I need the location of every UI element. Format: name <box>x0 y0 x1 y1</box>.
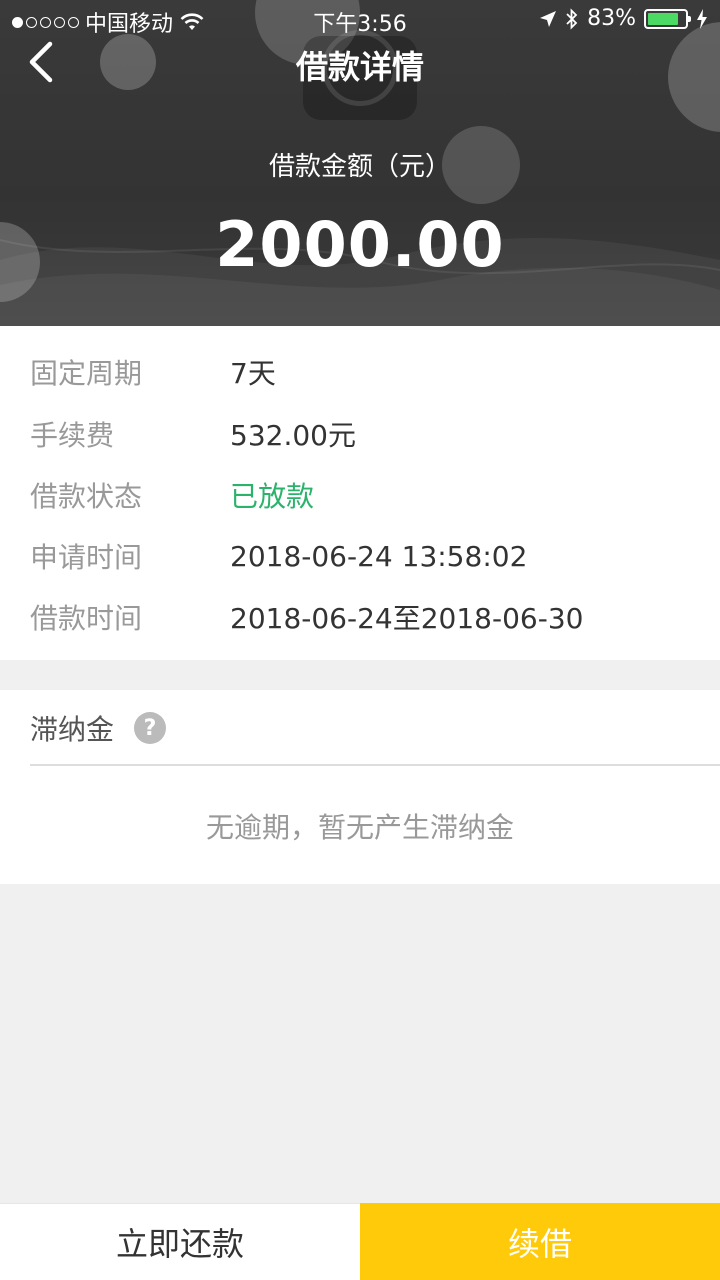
loan-amount-label: 借款金额（元） <box>268 152 451 182</box>
header-banner: 中国移动 下午3:56 83% 借款详情 借款金额（元） 2000.00 <box>0 0 720 326</box>
bottom-action-bar: 立即还款 续借 <box>0 1203 720 1280</box>
location-arrow-icon <box>540 10 557 27</box>
info-value: 2018-06-24 13:58:02 <box>230 539 528 573</box>
help-icon[interactable]: ? <box>134 712 167 744</box>
repay-now-button[interactable]: 立即还款 <box>0 1203 360 1280</box>
info-row-status: 借款状态 已放款 <box>30 475 314 515</box>
late-fee-title: 滞纳金 <box>30 713 115 746</box>
info-row-cycle: 固定周期 7天 <box>30 352 276 392</box>
loan-status-value: 已放款 <box>230 480 315 513</box>
battery-icon <box>644 8 691 29</box>
info-row-loan-period: 借款时间 2018-06-24至2018-06-30 <box>30 597 583 637</box>
renew-loan-button[interactable]: 续借 <box>360 1203 720 1280</box>
divider <box>30 764 720 766</box>
info-row-apply-time: 申请时间 2018-06-24 13:58:02 <box>30 536 527 576</box>
battery-percent: 83% <box>587 6 636 31</box>
info-value: 2018-06-24至2018-06-30 <box>230 602 584 635</box>
late-fee-empty-text: 无逾期，暂无产生滞纳金 <box>205 811 514 844</box>
info-label: 手续费 <box>30 419 115 452</box>
battery-level <box>648 12 678 25</box>
info-row-fee: 手续费 532.00元 <box>30 414 356 454</box>
loan-detail-page: 中国移动 下午3:56 83% 借款详情 借款金额（元） 2000.00 固定周… <box>0 0 720 1280</box>
charging-bolt-icon <box>697 8 707 29</box>
info-value: 532.00元 <box>230 419 356 452</box>
info-label: 固定周期 <box>30 357 143 390</box>
info-value: 7天 <box>230 357 276 390</box>
loan-info-card: 固定周期 7天 手续费 532.00元 借款状态 已放款 申请时间 2018-0… <box>0 326 720 660</box>
status-bar: 中国移动 下午3:56 83% <box>0 0 720 40</box>
late-fee-card: 滞纳金 ? 无逾期，暂无产生滞纳金 <box>0 690 720 884</box>
info-label: 借款时间 <box>30 602 143 635</box>
loan-amount-value: 2000.00 <box>215 208 505 281</box>
info-label: 申请时间 <box>30 541 143 574</box>
page-title: 借款详情 <box>295 48 424 86</box>
info-label: 借款状态 <box>30 480 143 513</box>
late-fee-header: 滞纳金 ? <box>30 708 167 748</box>
bluetooth-icon <box>566 7 578 30</box>
